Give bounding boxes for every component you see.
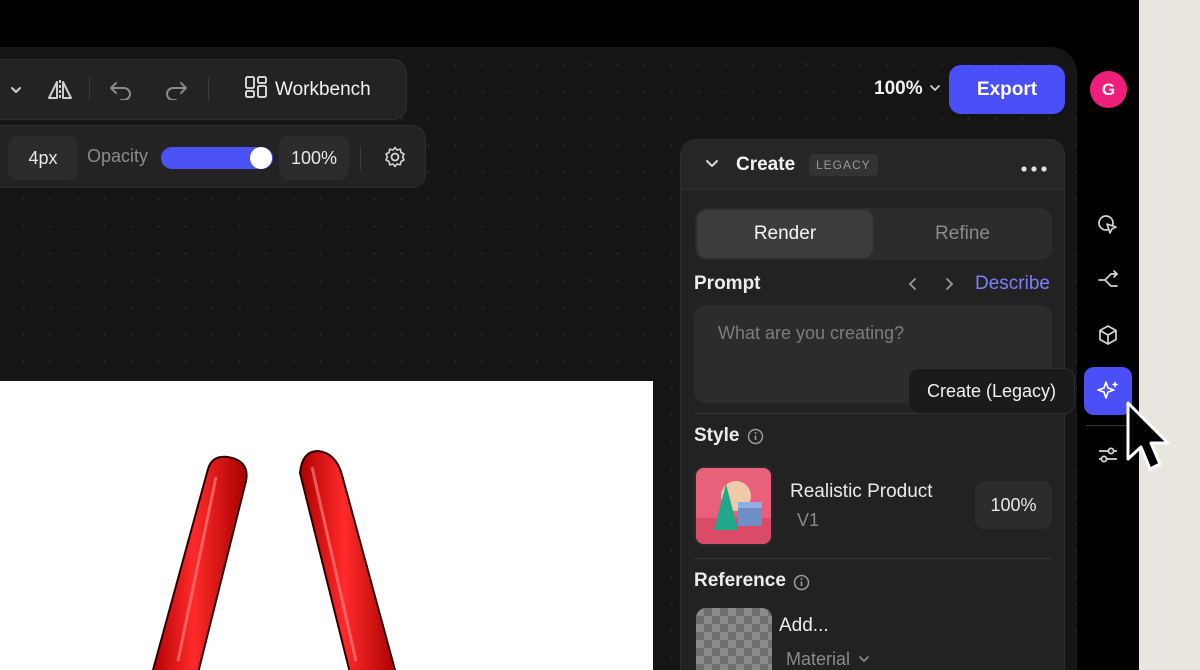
- style-strength-input[interactable]: 100%: [975, 481, 1052, 529]
- desktop-background: [1139, 0, 1200, 670]
- pointer-click-icon[interactable]: [1093, 210, 1123, 240]
- describe-link[interactable]: Describe: [975, 273, 1050, 295]
- tab-render[interactable]: Render: [697, 210, 873, 258]
- toolbar-divider: [360, 146, 361, 170]
- chevron-down-icon: [858, 649, 870, 670]
- mode-tabs: Render Refine: [695, 208, 1052, 260]
- export-button[interactable]: Export: [949, 65, 1065, 114]
- toolbar-divider: [89, 77, 90, 101]
- workbench-label: Workbench: [275, 79, 371, 100]
- reference-label: Reference: [694, 570, 786, 591]
- redo-icon[interactable]: [162, 76, 190, 104]
- sliders-icon[interactable]: [1093, 440, 1123, 470]
- tab-refine[interactable]: Refine: [875, 210, 1050, 258]
- workbench-button[interactable]: Workbench: [245, 76, 371, 104]
- toolbar-divider: [208, 77, 209, 101]
- style-thumbnail[interactable]: [694, 466, 773, 546]
- panel-title: Create: [736, 154, 796, 175]
- flip-horizontal-icon[interactable]: [46, 76, 74, 104]
- reference-thumbnail[interactable]: [696, 608, 772, 670]
- info-icon[interactable]: [747, 428, 764, 450]
- canvas-artboard[interactable]: [0, 381, 653, 670]
- opacity-slider-handle[interactable]: [250, 147, 272, 169]
- create-legacy-tooltip: Create (Legacy): [908, 368, 1075, 414]
- zoom-dropdown[interactable]: 100%: [874, 78, 941, 100]
- reference-add-button[interactable]: Add...: [779, 615, 829, 637]
- canvas-object-red-shape[interactable]: [0, 381, 653, 670]
- style-version: V1: [797, 510, 820, 530]
- legacy-badge: LEGACY: [809, 154, 878, 176]
- undo-icon[interactable]: [107, 76, 135, 104]
- opacity-label: Opacity: [87, 146, 149, 166]
- opacity-value-input[interactable]: 100%: [279, 136, 349, 180]
- more-options-icon[interactable]: [1021, 154, 1047, 180]
- branch-icon[interactable]: [1093, 265, 1123, 295]
- prompt-input[interactable]: [718, 321, 1018, 345]
- style-label: Style: [694, 425, 740, 446]
- chevron-down-icon: [929, 78, 941, 100]
- reference-type-dropdown[interactable]: Material: [786, 649, 870, 670]
- zoom-value: 100%: [874, 78, 923, 99]
- mouse-cursor-icon: [1124, 401, 1174, 486]
- panel-header: Create LEGACY: [681, 140, 1064, 190]
- info-icon[interactable]: [793, 574, 810, 596]
- gear-icon[interactable]: [381, 143, 409, 171]
- avatar[interactable]: G: [1090, 71, 1127, 108]
- section-divider: [694, 558, 1052, 559]
- stroke-width-input[interactable]: 4px: [8, 136, 78, 180]
- style-name: Realistic Product: [790, 481, 933, 502]
- chevron-left-icon[interactable]: [907, 277, 919, 296]
- chevron-down-icon[interactable]: [705, 157, 719, 176]
- prompt-label: Prompt: [694, 273, 761, 294]
- chevron-down-icon[interactable]: [6, 80, 26, 100]
- cube-icon[interactable]: [1093, 320, 1123, 350]
- chevron-right-icon[interactable]: [943, 277, 955, 296]
- workbench-icon: [245, 76, 267, 104]
- reference-type-label: Material: [786, 649, 851, 669]
